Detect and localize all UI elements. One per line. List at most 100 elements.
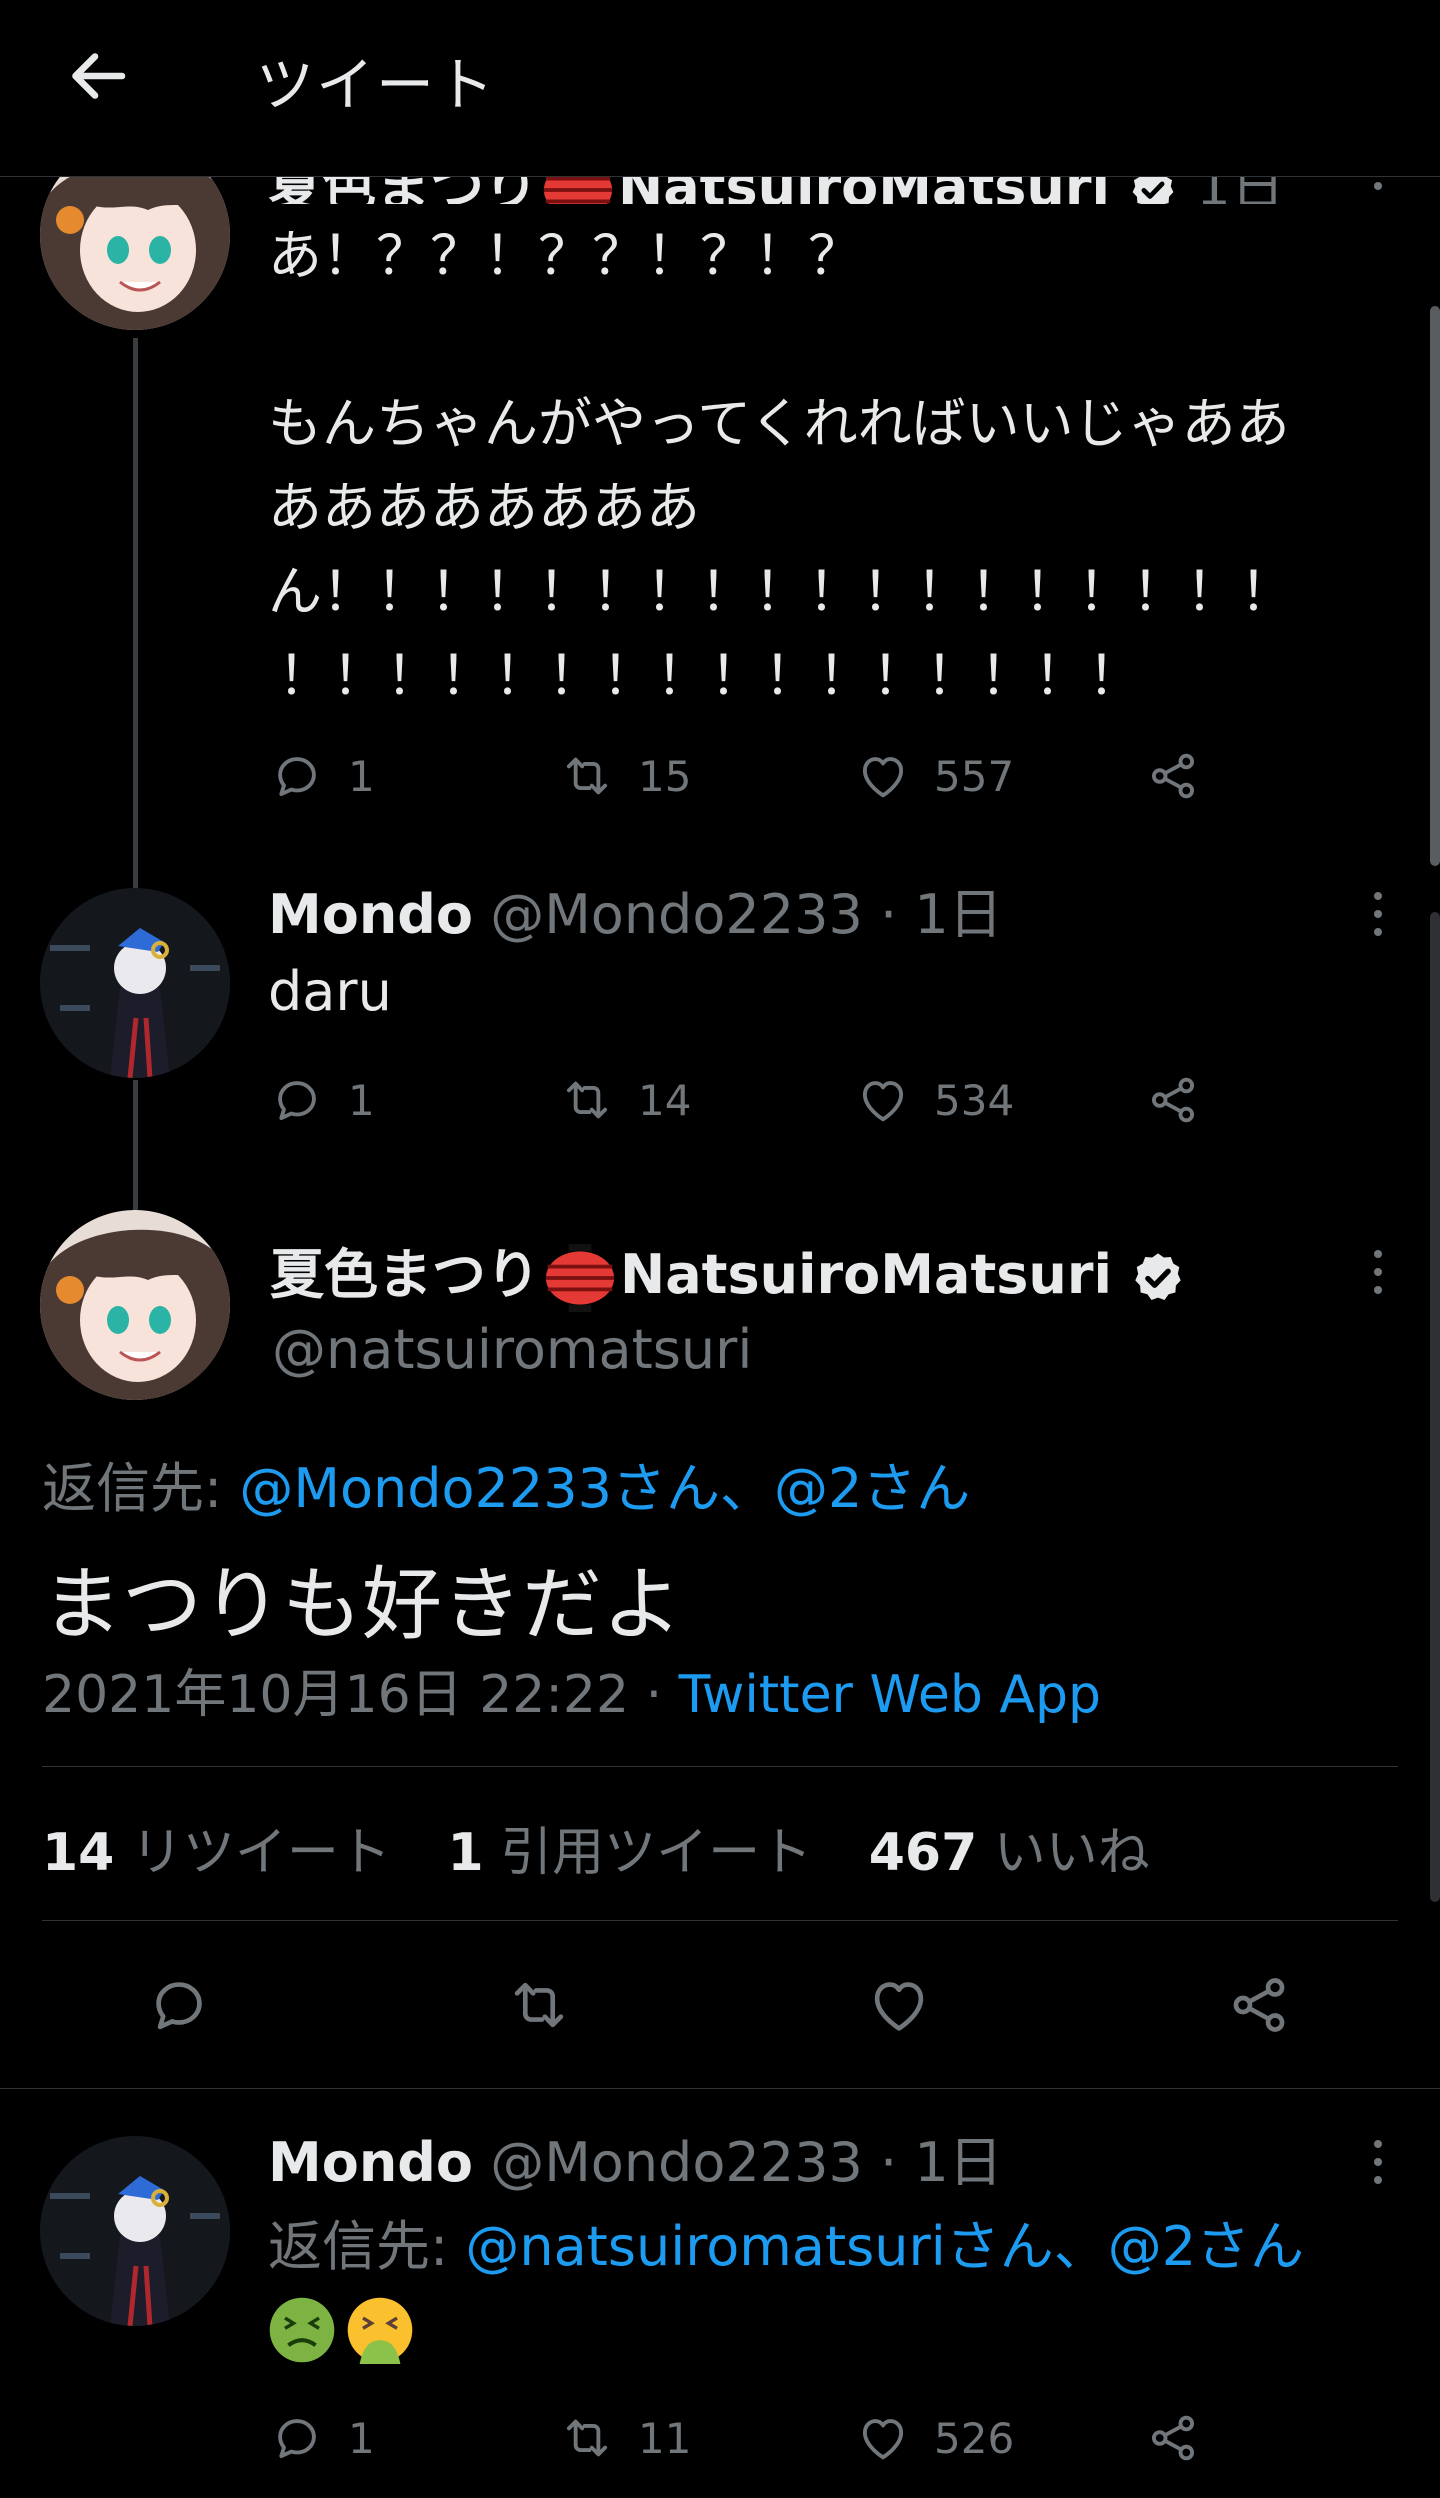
retweet-count: 14 xyxy=(638,1075,692,1125)
more-icon[interactable] xyxy=(1374,182,1386,200)
retweet-icon xyxy=(558,2409,616,2467)
tweet-time[interactable]: 1日 xyxy=(914,883,1002,946)
quotes-label: 引用ツイート xyxy=(500,1823,813,1883)
reply-count: 1 xyxy=(348,751,375,801)
reply-to-link[interactable]: @Mondo2233さん、@2さん xyxy=(239,1457,970,1520)
separator: · xyxy=(629,1665,679,1725)
more-icon[interactable] xyxy=(1374,892,1386,946)
like-icon[interactable] xyxy=(864,1970,934,2040)
retweets-stat[interactable]: 14 リツイート xyxy=(42,1823,391,1883)
thread-line xyxy=(133,1080,138,1220)
reply-icon xyxy=(268,1071,326,1129)
like-icon xyxy=(854,747,912,805)
reply-button[interactable]: 1 xyxy=(268,746,375,806)
tweet-line: ん！！！！！！！！！！！！！！！！！！ xyxy=(268,560,1294,623)
divider xyxy=(42,1766,1398,1767)
source-link[interactable]: Twitter Web App xyxy=(679,1665,1101,1725)
retweets-label: リツイート xyxy=(130,1823,391,1883)
back-arrow-icon[interactable] xyxy=(62,40,134,112)
reply-to-link[interactable]: @natsuiromatsuriさん、@2さん xyxy=(465,2215,1304,2278)
reply-icon xyxy=(268,747,326,805)
share-icon xyxy=(1144,747,1202,805)
like-icon xyxy=(854,2409,912,2467)
handle[interactable]: @natsuiromatsuri xyxy=(272,1318,752,1381)
reply-count: 1 xyxy=(348,1075,375,1125)
tweet-header: Mondo @Mondo2233 · 1日 xyxy=(268,870,1003,949)
display-name[interactable]: 夏色まつり xyxy=(270,1243,540,1306)
tweet-time[interactable]: 1日 xyxy=(914,2131,1002,2194)
like-button[interactable]: 526 xyxy=(854,2408,1014,2468)
like-button[interactable]: 534 xyxy=(854,1070,1014,1130)
tweet-text: あ！？？！？？！？！？ もんちゃんがやってくれればいいじゃああ ああああああああ… xyxy=(268,214,1388,718)
display-name[interactable]: Mondo xyxy=(268,2131,473,2194)
share-icon xyxy=(1144,1071,1202,1129)
tweet-actions: 1 15 557 xyxy=(268,746,1228,806)
reply-button[interactable]: 1 xyxy=(268,1070,375,1130)
retweet-icon xyxy=(558,747,616,805)
tweet-actions: 1 11 526 xyxy=(268,2408,1228,2468)
divider xyxy=(0,2088,1440,2089)
share-icon xyxy=(1144,2409,1202,2467)
scrollbar-track[interactable] xyxy=(1430,912,1440,1902)
display-name-latin[interactable]: NatsuiroMatsuri xyxy=(620,1243,1112,1306)
retweet-button[interactable]: 14 xyxy=(558,1070,691,1130)
page-title: ツイート xyxy=(256,51,497,119)
timestamp[interactable]: 2021年10月16日 22:22 xyxy=(42,1665,629,1725)
like-count: 534 xyxy=(934,1075,1015,1125)
separator: · xyxy=(862,883,915,946)
tweet-line: ああああああああ xyxy=(268,476,700,539)
avatar[interactable] xyxy=(40,2136,230,2326)
top-bar: ツイート xyxy=(0,0,1440,177)
reply-prefix: 返信先: xyxy=(268,2215,466,2278)
likes-count: 467 xyxy=(868,1823,978,1883)
avatar[interactable] xyxy=(40,1210,230,1400)
tweet-line: ！！！！！！！！！！！！！！！！ xyxy=(278,644,1142,707)
more-icon[interactable] xyxy=(1374,1250,1386,1304)
tweet-meta: 2021年10月16日 22:22 · Twitter Web App xyxy=(42,1652,1101,1727)
retweet-button[interactable]: 15 xyxy=(558,746,691,806)
tweet-actions: 1 14 534 xyxy=(268,1070,1228,1130)
quotes-stat[interactable]: 1 引用ツイート xyxy=(447,1823,812,1883)
display-name[interactable]: Mondo xyxy=(268,883,473,946)
tweet-line: あ！？？！？？！？！？ xyxy=(268,224,862,287)
retweet-button[interactable]: 11 xyxy=(558,2408,691,2468)
retweet-icon[interactable] xyxy=(504,1970,574,2040)
like-count: 557 xyxy=(934,751,1015,801)
tweet-line: もんちゃんがやってくれればいいじゃああ xyxy=(268,392,1290,455)
share-icon[interactable] xyxy=(1224,1970,1294,2040)
quotes-count: 1 xyxy=(447,1823,484,1883)
tweet-header: 夏色まつり NatsuiroMatsuri xyxy=(270,1230,1187,1314)
handle[interactable]: @Mondo2233 xyxy=(490,2131,863,2194)
avatar[interactable] xyxy=(40,888,230,1078)
likes-stat[interactable]: 467 いいね xyxy=(869,1823,1150,1883)
tweet-text: daru xyxy=(268,960,392,1023)
engagement-stats: 14 リツイート 1 引用ツイート 467 いいね xyxy=(42,1810,1150,1885)
tweet-header: Mondo @Mondo2233 · 1日 xyxy=(268,2118,1003,2197)
scrollbar-thumb[interactable] xyxy=(1430,306,1440,866)
reply-count: 1 xyxy=(348,2413,375,2463)
like-button[interactable]: 557 xyxy=(854,746,1014,806)
handle[interactable]: @Mondo2233 xyxy=(490,883,863,946)
share-button[interactable] xyxy=(1144,1070,1202,1130)
retweet-count: 15 xyxy=(638,751,692,801)
more-icon[interactable] xyxy=(1374,2140,1386,2194)
lantern-icon xyxy=(542,1242,618,1314)
like-count: 526 xyxy=(934,2413,1015,2463)
reply-icon[interactable] xyxy=(144,1970,214,2040)
focused-actions xyxy=(0,1970,1440,2040)
reply-icon xyxy=(268,2409,326,2467)
reply-context: 返信先: @Mondo2233さん、@2さん xyxy=(42,1444,970,1523)
retweets-count: 14 xyxy=(42,1823,115,1883)
reply-button[interactable]: 1 xyxy=(268,2408,375,2468)
retweet-count: 11 xyxy=(638,2413,692,2463)
thread-line xyxy=(133,338,138,898)
share-button[interactable] xyxy=(1144,2408,1202,2468)
reply-prefix: 返信先: xyxy=(42,1457,240,1520)
tweet-text: まつりも好きだよ xyxy=(42,1558,682,1651)
share-button[interactable] xyxy=(1144,746,1202,806)
nauseated-face-icon xyxy=(269,2297,335,2363)
retweet-icon xyxy=(558,1071,616,1129)
likes-label: いいね xyxy=(993,1823,1150,1883)
vomiting-face-icon xyxy=(347,2297,413,2364)
